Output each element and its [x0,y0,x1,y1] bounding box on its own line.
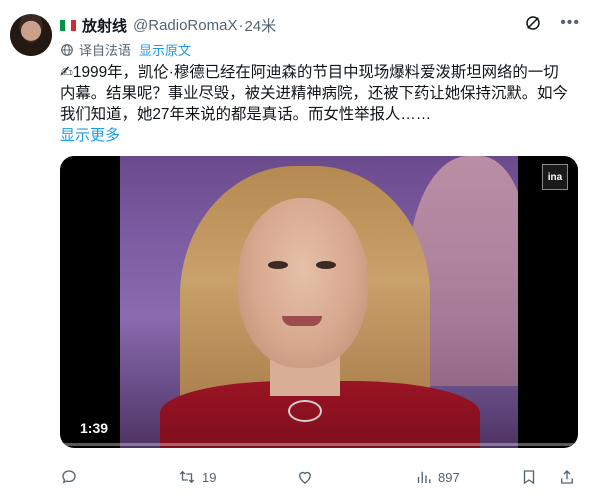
retweet-count: 19 [202,469,217,485]
action-bar: 19 897 [60,466,578,488]
more-options-icon[interactable]: ••• [560,14,580,32]
show-original-link[interactable]: 显示原文 [139,40,191,59]
view-count: 897 [438,469,460,485]
mouth [282,316,322,326]
video-duration: 1:39 [80,420,109,436]
post-timestamp[interactable]: 24米 [244,15,276,36]
reply-button[interactable] [60,468,78,486]
display-name[interactable]: 放射线 [82,15,127,36]
grok-icon[interactable] [524,14,542,32]
right-eye [316,261,336,269]
reply-icon [62,470,76,484]
like-button[interactable] [296,468,314,486]
video-player[interactable]: ina 1:39 [60,156,578,448]
post-text: ✍1999年，凯伦·穆德已经在阿迪森的节目中现场爆料爱泼斯坦网络的一切内幕。结果… [60,64,568,123]
avatar[interactable] [10,14,52,56]
video-progress-track[interactable] [60,443,578,446]
retweet-button[interactable]: 19 [178,468,216,486]
necklace [288,400,322,422]
header-separator: · [238,16,244,34]
ina-logo: ina [542,164,568,190]
views-icon [417,471,431,483]
share-icon [561,470,573,484]
header-icons: ••• [524,14,580,32]
bookmark-button[interactable] [520,468,538,486]
retweet-icon [179,470,195,484]
translate-row: 译自法语 显示原文 [60,40,191,59]
post-header: 放射线 @RadioRomaX · 24米 [60,14,582,36]
woman-face [238,198,368,368]
bookmark-icon [523,470,535,485]
show-more-link[interactable]: 显示更多 [60,124,120,145]
video-frame [120,156,518,448]
views-button[interactable]: 897 [414,468,460,486]
user-handle[interactable]: @RadioRomaX [133,17,237,34]
translated-from-label: 译自法语 [79,43,132,58]
share-button[interactable] [558,468,576,486]
italy-flag-icon [60,19,76,31]
left-eye [268,261,288,269]
translate-icon [61,43,73,56]
heart-icon [299,471,311,484]
